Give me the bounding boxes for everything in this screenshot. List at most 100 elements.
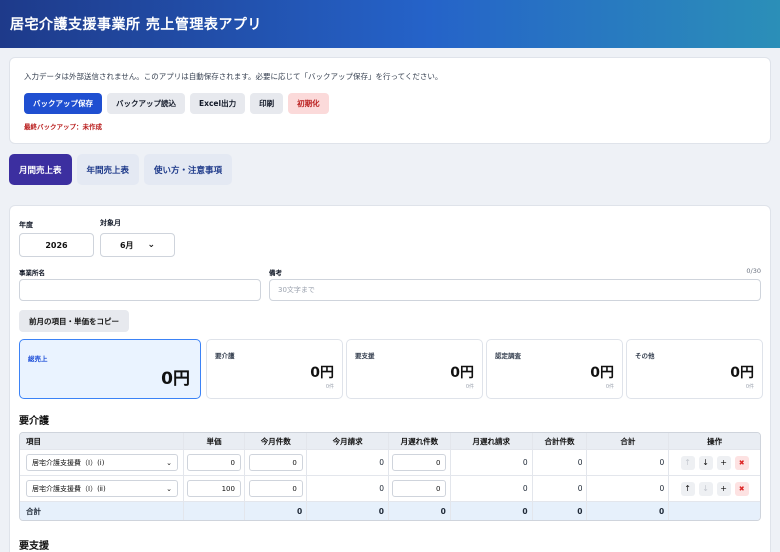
totals-billing: 0 <box>307 502 389 520</box>
note-char-counter: 0/30 <box>746 267 761 275</box>
summary-card-label: 要支援 <box>355 352 375 360</box>
col-header-total-count: 合計件数 <box>533 433 588 449</box>
app-header: 居宅介護支援事業所 売上管理表アプリ <box>0 0 780 48</box>
summary-card-count: 0件 <box>745 384 754 390</box>
table-total-row: 合計 0 0 0 0 0 0 <box>20 502 760 520</box>
summary-card-total: 総売上 0円 <box>19 339 201 399</box>
tab-usage-notes[interactable]: 使い方・注意事項 <box>144 154 233 185</box>
notice-panel: 入力データは外部送信されません。このアプリは自動保存されます。必要に応じて「バッ… <box>9 57 771 144</box>
service-item-select[interactable]: 居宅介護支援費（Ⅰ）(ⅱ) ⌄ <box>26 480 178 497</box>
backup-load-button[interactable]: バックアップ読込 <box>107 93 185 114</box>
summary-card-label: 要介護 <box>215 352 235 360</box>
total-count-value: 0 <box>533 450 588 475</box>
summary-card-kaigo: 要介護 0円 0件 <box>206 339 343 399</box>
count-input[interactable]: 0 <box>248 480 303 497</box>
print-button[interactable]: 印刷 <box>250 93 284 114</box>
summary-card-value: 0円 <box>450 365 474 381</box>
office-label: 事業所名 <box>19 269 45 277</box>
unit-price-input[interactable]: 0 <box>186 454 241 471</box>
summary-total-label: 総売上 <box>28 355 48 363</box>
count-cell: 0 <box>245 450 308 475</box>
item-cell: 居宅介護支援費（Ⅰ）(ⅱ) ⌄ <box>20 476 184 501</box>
unit-price-cell: 0 <box>184 450 246 475</box>
service-item-value: 居宅介護支援費（Ⅰ）(ⅰ) <box>32 458 105 467</box>
year-select[interactable]: 2026 <box>19 233 94 257</box>
backup-toolbar: バックアップ保存 バックアップ読込 Excel出力 印刷 初期化 <box>24 93 756 114</box>
delete-row-icon[interactable]: ✖ <box>734 481 749 496</box>
office-name-input[interactable] <box>19 279 261 301</box>
main-tabs: 月間売上表 年間売上表 使い方・注意事項 <box>9 154 233 185</box>
chevron-down-icon: ⌄ <box>166 484 172 493</box>
summary-card-nintei: 認定調査 0円 0件 <box>486 339 623 399</box>
table-row: 居宅介護支援費（Ⅰ）(ⅱ) ⌄ 100 0 0 0 0 0 0 ↑ ↓ + ✖ <box>20 476 760 502</box>
service-item-value: 居宅介護支援費（Ⅰ）(ⅱ) <box>32 484 106 493</box>
move-down-icon[interactable]: ↓ <box>698 455 713 470</box>
col-header-unit-price: 単価 <box>184 433 246 449</box>
totals-label: 合計 <box>20 502 184 520</box>
col-header-item: 項目 <box>20 433 184 449</box>
add-row-icon[interactable]: + <box>716 455 731 470</box>
copy-previous-month-button[interactable]: 前月の項目・単価をコピー <box>19 310 129 332</box>
total-value: 0 <box>587 476 670 501</box>
month-value: 6月 <box>119 240 134 250</box>
table-row: 居宅介護支援費（Ⅰ）(ⅰ) ⌄ 0 0 0 0 0 0 0 ↑ ↓ + ✖ <box>20 450 760 476</box>
month-label: 対象月 <box>100 219 121 227</box>
summary-total-value: 0円 <box>161 369 190 389</box>
excel-export-button[interactable]: Excel出力 <box>190 93 246 114</box>
col-header-count: 今月件数 <box>245 433 308 449</box>
col-header-late-count: 月遅れ件数 <box>389 433 451 449</box>
totals-total-count: 0 <box>533 502 588 520</box>
section-title-shien: 要支援 <box>19 541 49 552</box>
late-count-cell: 0 <box>389 476 451 501</box>
chevron-down-icon: ⌄ <box>166 458 172 467</box>
totals-late-count: 0 <box>389 502 451 520</box>
col-header-total: 合計 <box>587 433 670 449</box>
add-row-icon[interactable]: + <box>716 481 731 496</box>
count-input[interactable]: 0 <box>248 454 303 471</box>
total-count-value: 0 <box>533 476 588 501</box>
move-up-icon[interactable]: ↑ <box>680 481 695 496</box>
section-title-kaigo: 要介護 <box>19 416 49 427</box>
delete-row-icon[interactable]: ✖ <box>734 455 749 470</box>
reset-button[interactable]: 初期化 <box>288 93 329 114</box>
move-down-icon[interactable]: ↓ <box>698 481 713 496</box>
service-item-select[interactable]: 居宅介護支援費（Ⅰ）(ⅰ) ⌄ <box>26 454 178 471</box>
unit-price-cell: 100 <box>184 476 246 501</box>
totals-unit-price-empty <box>184 502 246 520</box>
year-value: 2026 <box>45 240 68 250</box>
note-input[interactable]: 30文字まで <box>269 279 761 301</box>
count-cell: 0 <box>245 476 308 501</box>
kaigo-table: 項目 単価 今月件数 今月請求 月遅れ件数 月遅れ請求 合計件数 合計 操作 居… <box>19 432 761 521</box>
unit-price-input[interactable]: 100 <box>186 480 241 497</box>
summary-card-count: 0件 <box>465 384 474 390</box>
table-header-row: 項目 単価 今月件数 今月請求 月遅れ件数 月遅れ請求 合計件数 合計 操作 <box>20 433 760 450</box>
tab-annual-sales[interactable]: 年間売上表 <box>76 154 140 185</box>
summary-card-label: その他 <box>635 352 655 360</box>
tab-monthly-sales[interactable]: 月間売上表 <box>9 154 72 185</box>
item-cell: 居宅介護支援費（Ⅰ）(ⅰ) ⌄ <box>20 450 184 475</box>
late-billing-value: 0 <box>451 476 533 501</box>
summary-card-value: 0円 <box>310 365 334 381</box>
totals-count: 0 <box>245 502 308 520</box>
totals-late-billing: 0 <box>451 502 533 520</box>
late-count-input[interactable]: 0 <box>392 480 447 497</box>
late-billing-value: 0 <box>451 450 533 475</box>
billing-value: 0 <box>307 450 389 475</box>
billing-value: 0 <box>307 476 389 501</box>
late-count-input[interactable]: 0 <box>392 454 447 471</box>
col-header-late-billing: 月遅れ請求 <box>451 433 533 449</box>
last-backup-status: 最終バックアップ：未作成 <box>24 123 102 131</box>
summary-card-value: 0円 <box>730 365 754 381</box>
summary-card-shien: 要支援 0円 0件 <box>346 339 483 399</box>
app-title: 居宅介護支援事業所 売上管理表アプリ <box>10 17 262 33</box>
move-up-icon[interactable]: ↑ <box>680 455 695 470</box>
summary-card-count: 0件 <box>605 384 614 390</box>
note-label: 備考 <box>269 269 282 277</box>
actions-cell: ↑ ↓ + ✖ <box>669 450 760 475</box>
month-select[interactable]: 6月 ⌄ <box>100 233 175 257</box>
total-value: 0 <box>587 450 670 475</box>
summary-card-label: 認定調査 <box>495 352 521 360</box>
backup-save-button[interactable]: バックアップ保存 <box>24 93 102 114</box>
privacy-notice: 入力データは外部送信されません。このアプリは自動保存されます。必要に応じて「バッ… <box>24 72 443 81</box>
late-count-cell: 0 <box>389 450 451 475</box>
